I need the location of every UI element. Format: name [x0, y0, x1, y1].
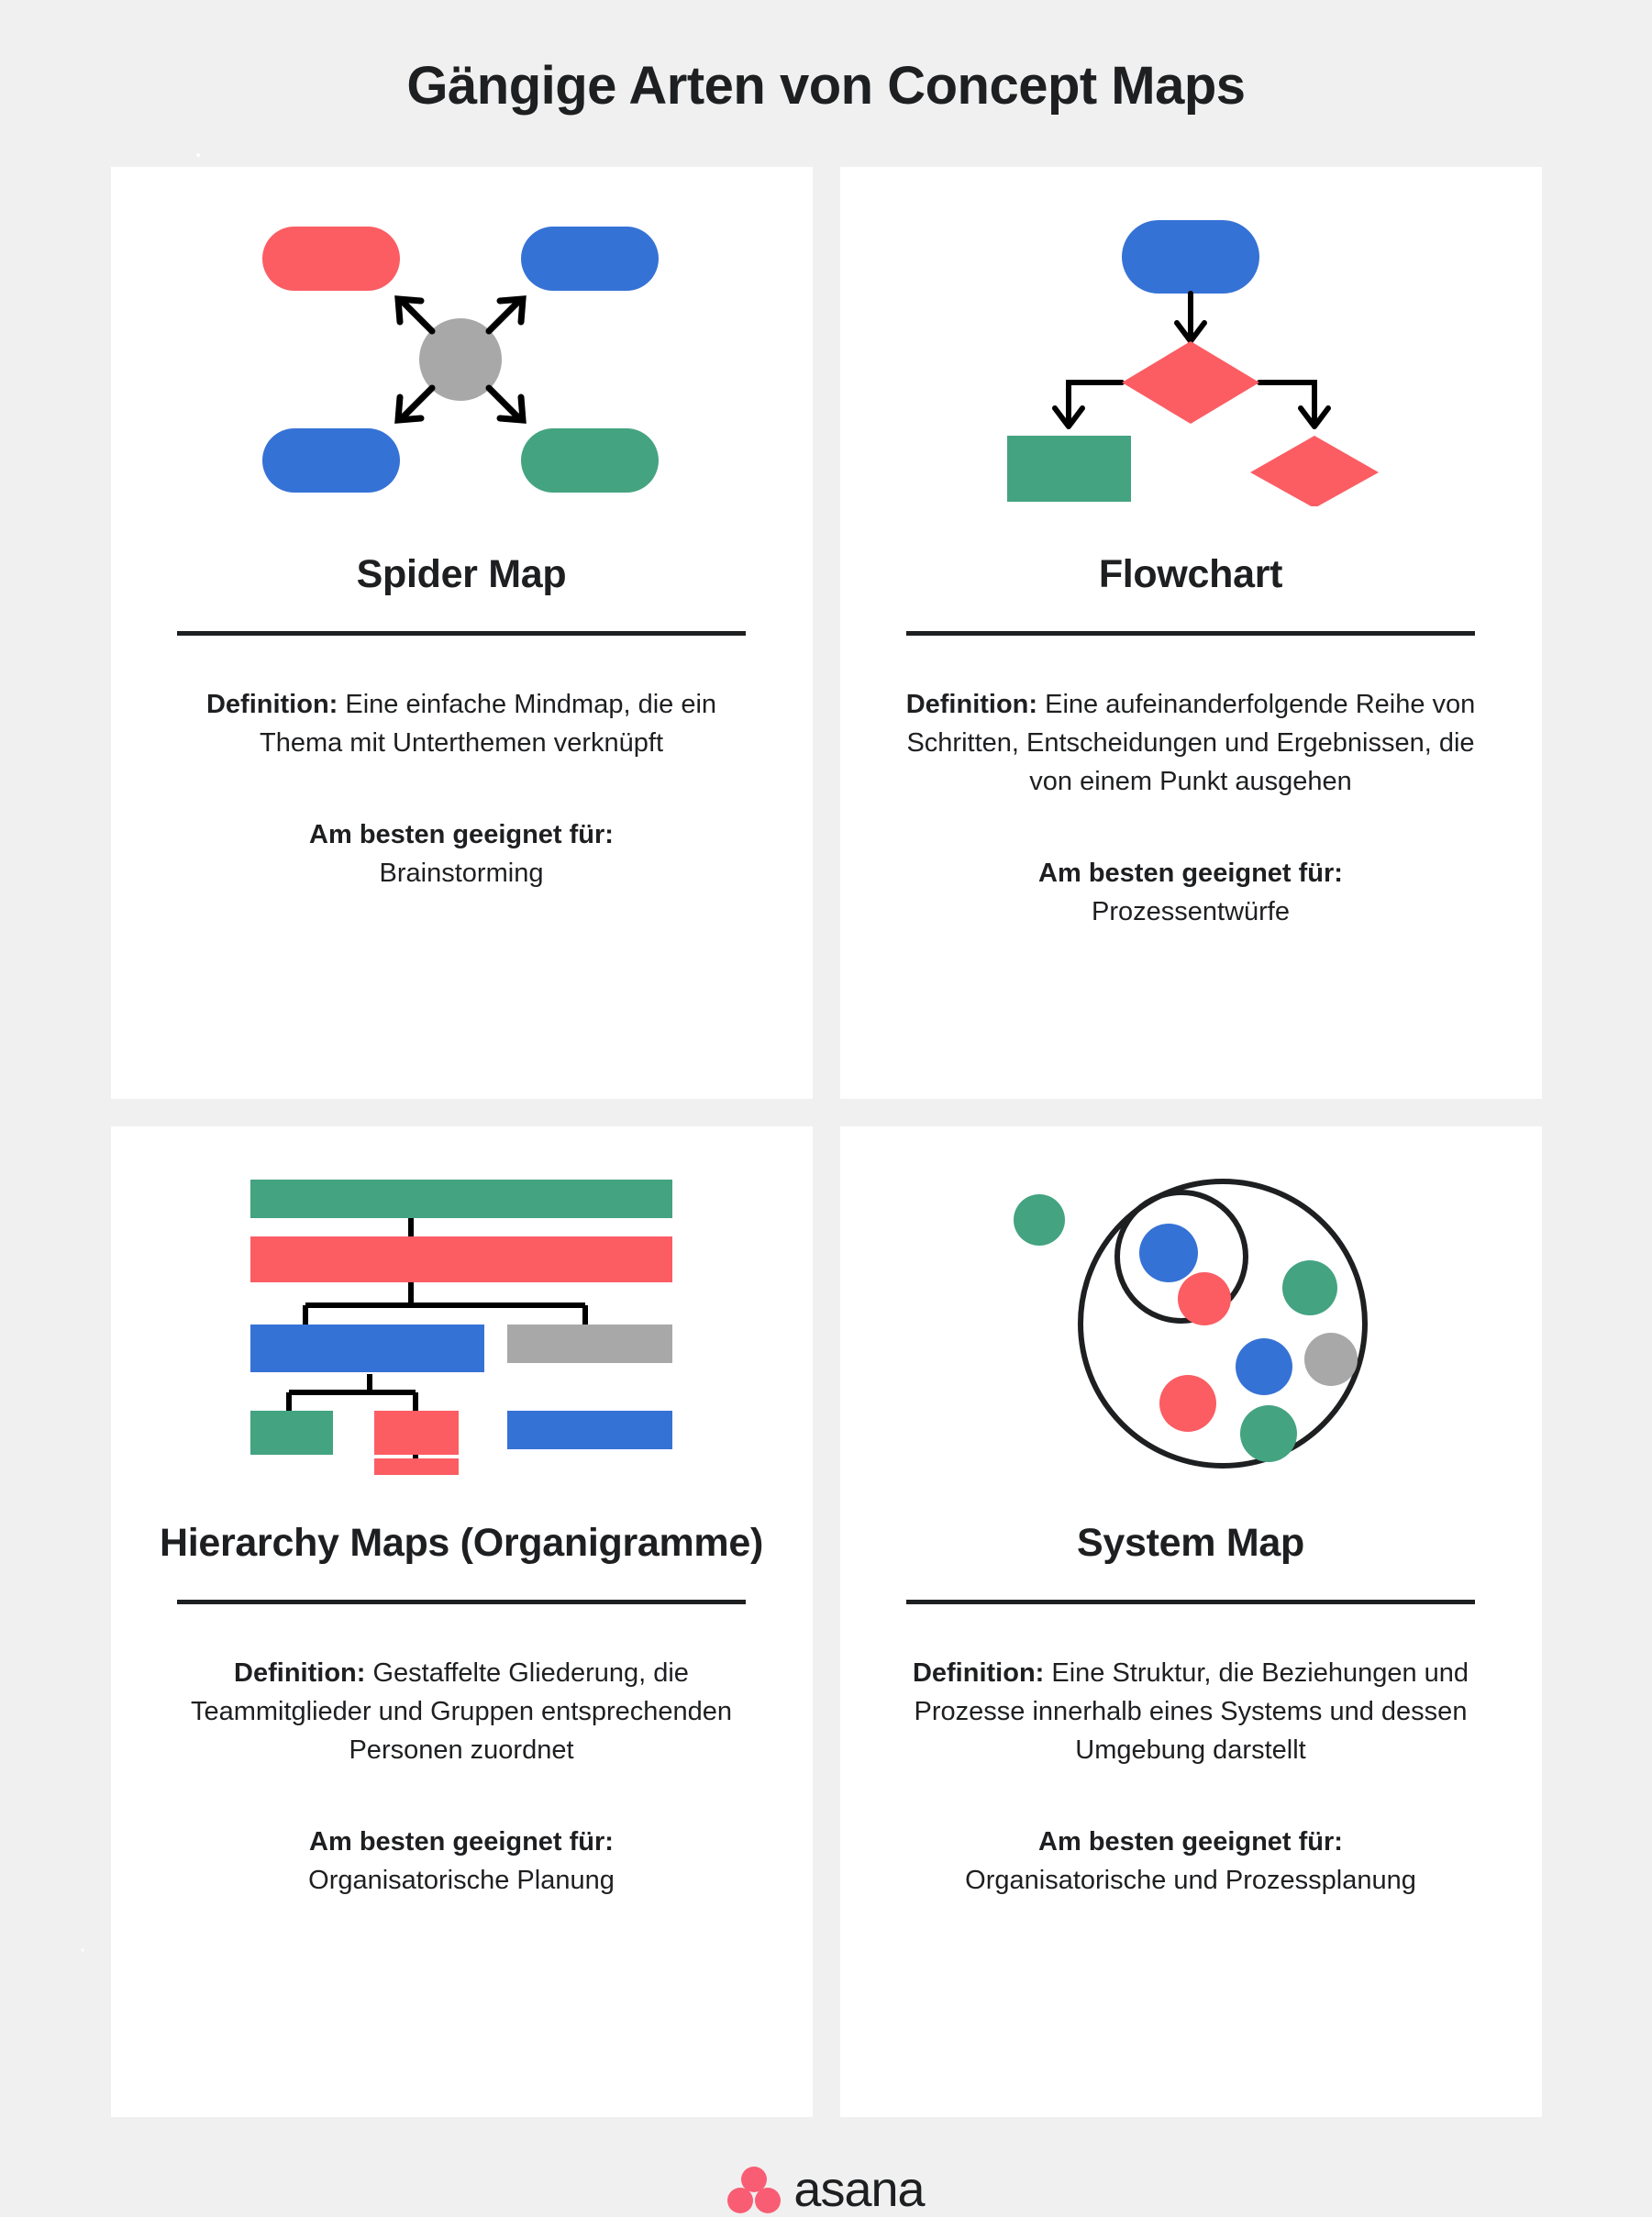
spider-node-bottom-left — [262, 427, 400, 493]
card-system-map[interactable]: System Map Definition: Eine Struktur, di… — [839, 1125, 1542, 2117]
spider-map-svg — [262, 226, 659, 493]
spider-node-top-left — [262, 226, 400, 291]
card-title-spider-map: Spider Map — [356, 551, 567, 596]
hierarchy-map-svg — [250, 1179, 672, 1475]
asana-dots-icon — [727, 2166, 782, 2213]
system-dot-inner-blue — [1139, 1223, 1198, 1282]
hierarchy-bar-level1 — [250, 1179, 672, 1218]
best-for-value: Organisatorische und Prozessplanung — [965, 1866, 1416, 1896]
best-for-block: Am besten geeignet für: Brainstorming — [159, 815, 764, 892]
definition-label: Definition: — [912, 1657, 1045, 1688]
system-map-diagram — [840, 1126, 1542, 1521]
system-dot-green-right — [1282, 1259, 1337, 1315]
definition-block: Definition: Eine einfache Mindmap, die e… — [168, 685, 755, 762]
flowchart-svg — [1007, 219, 1379, 506]
card-spider-map[interactable]: Spider Map Definition: Eine einfache Min… — [110, 166, 813, 1099]
definition-label: Definition: — [905, 689, 1038, 719]
hierarchy-map-diagram — [111, 1126, 813, 1521]
card-flowchart[interactable]: Flowchart Definition: Eine aufeinanderfo… — [839, 166, 1542, 1099]
hierarchy-bar-level3-right — [507, 1324, 672, 1363]
best-for-label: Am besten geeignet für: — [1038, 1827, 1343, 1857]
best-for-label: Am besten geeignet für: — [309, 820, 614, 850]
best-for-block: Am besten geeignet für: Prozessentwürfe — [888, 854, 1493, 931]
best-for-block: Am besten geeignet für: Organisatorische… — [888, 1823, 1493, 1900]
system-dot-inner-red — [1178, 1271, 1231, 1325]
definition-label: Definition: — [234, 1657, 366, 1688]
best-for-label: Am besten geeignet für: — [309, 1827, 614, 1857]
infographic-page: Gängige Arten von Concept Maps Spider Ma… — [0, 0, 1652, 2214]
card-hierarchy-map[interactable]: Hierarchy Maps (Organigramme) Definition… — [110, 1125, 813, 2117]
flowchart-result-node — [1007, 435, 1131, 502]
definition-block: Definition: Gestaffelte Gliederung, die … — [168, 1654, 755, 1769]
footer-branding: asana — [0, 2165, 1652, 2214]
hierarchy-bar-level3-left — [250, 1324, 484, 1372]
best-for-value: Brainstorming — [379, 859, 544, 889]
card-title-system-map: System Map — [1077, 1520, 1304, 1565]
hierarchy-bar-level4-3 — [507, 1410, 672, 1449]
system-dot-green-bottom — [1240, 1404, 1297, 1462]
flowchart-decision-node-2 — [1250, 435, 1379, 506]
hierarchy-bar-level5 — [374, 1458, 459, 1475]
spider-map-diagram — [111, 167, 813, 552]
system-dot-red-lower — [1159, 1374, 1216, 1432]
flowchart-start-node — [1122, 219, 1259, 294]
spider-node-bottom-right — [521, 427, 659, 493]
page-title: Gängige Arten von Concept Maps — [406, 56, 1246, 116]
system-dot-external-green — [1014, 1193, 1065, 1246]
flowchart-diagram — [840, 167, 1542, 552]
hierarchy-bar-level4-1 — [250, 1410, 333, 1455]
card-divider — [177, 630, 746, 636]
card-title-flowchart: Flowchart — [1098, 551, 1283, 596]
card-divider — [906, 630, 1475, 636]
flowchart-decision-node-1 — [1122, 340, 1259, 424]
best-for-block: Am besten geeignet für: Organisatorische… — [159, 1823, 764, 1900]
asana-wordmark: asana — [793, 2161, 925, 2217]
card-divider — [177, 1599, 746, 1604]
best-for-label: Am besten geeignet für: — [1038, 859, 1343, 889]
system-dot-gray — [1304, 1332, 1358, 1386]
definition-label: Definition: — [205, 689, 338, 719]
card-grid: Spider Map Definition: Eine einfache Min… — [110, 166, 1542, 2117]
definition-block: Definition: Eine Struktur, die Beziehung… — [897, 1654, 1484, 1769]
best-for-value: Prozessentwürfe — [1092, 897, 1290, 927]
hierarchy-bar-level2 — [250, 1236, 672, 1282]
definition-block: Definition: Eine aufeinanderfolgende Rei… — [897, 685, 1484, 801]
best-for-value: Organisatorische Planung — [308, 1866, 615, 1896]
card-divider — [906, 1599, 1475, 1604]
system-map-svg — [1014, 1178, 1368, 1469]
hierarchy-bar-level4-2 — [374, 1410, 459, 1455]
card-title-hierarchy-map: Hierarchy Maps (Organigramme) — [159, 1520, 763, 1565]
system-dot-blue-lower — [1236, 1337, 1292, 1395]
spider-node-top-right — [521, 226, 659, 291]
